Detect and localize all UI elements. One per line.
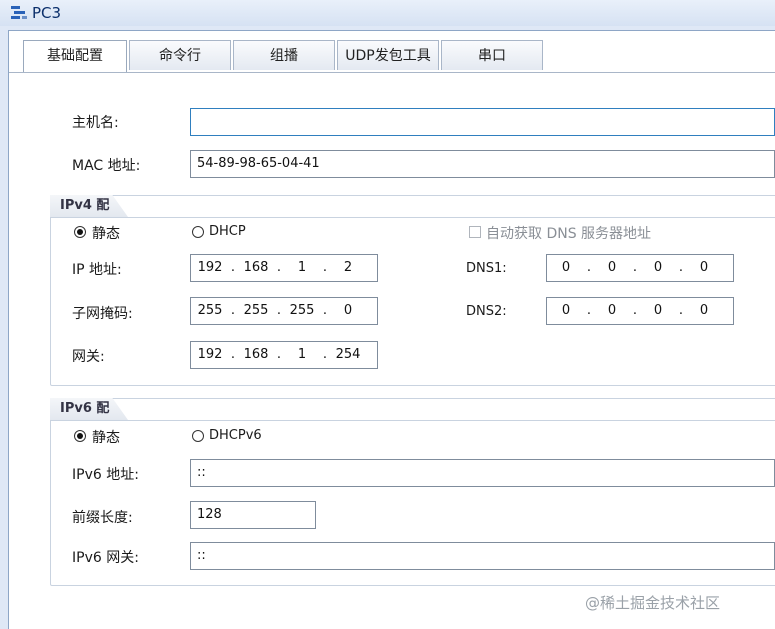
gateway-octet-1[interactable]: 192: [191, 342, 229, 368]
ipv6-address-field[interactable]: ::: [190, 459, 775, 487]
dns1-octet-1[interactable]: 0: [547, 255, 585, 281]
dns2-octet-2[interactable]: 0: [593, 298, 631, 324]
prefix-length-label: 前缀长度:: [72, 510, 133, 526]
mac-label: MAC 地址:: [72, 158, 141, 174]
dns2-octet-4[interactable]: 0: [685, 298, 723, 324]
dns1-octet-2[interactable]: 0: [593, 255, 631, 281]
tab-udp-tool[interactable]: UDP发包工具: [337, 40, 439, 70]
mac-field[interactable]: 54-89-98-65-04-41: [190, 150, 775, 178]
dns2-octet-3[interactable]: 0: [639, 298, 677, 324]
prefix-length-field[interactable]: 128: [190, 501, 316, 529]
window-title: PC3: [32, 4, 62, 22]
ipv6-gateway-field[interactable]: ::: [190, 542, 775, 570]
tab-basic-config[interactable]: 基础配置: [23, 40, 127, 72]
ipv4-group-header: IPv4 配置: [50, 195, 775, 218]
ipv4-static-radio[interactable]: [74, 226, 86, 238]
ipv6-gateway-label: IPv6 网关:: [72, 550, 139, 566]
auto-dns-label: 自动获取 DNS 服务器地址: [486, 226, 652, 242]
ipv4-static-label: 静态: [92, 226, 120, 242]
mask-octet-3[interactable]: 255: [283, 298, 321, 324]
dns1-label: DNS1:: [466, 261, 507, 276]
ipv6-dhcp-radio[interactable]: [192, 430, 204, 442]
ipv6-dhcp-label: DHCPv6: [209, 428, 262, 443]
ip-octet-4[interactable]: 2: [329, 255, 367, 281]
ipv6-group-header: IPv6 配置: [50, 398, 775, 421]
ip-octet-2[interactable]: 168: [237, 255, 275, 281]
gateway-field[interactable]: 192. 168. 1. 254: [190, 341, 378, 369]
ipv6-static-radio[interactable]: [74, 430, 86, 442]
mask-label: 子网掩码:: [72, 306, 133, 322]
ip-octet-3[interactable]: 1: [283, 255, 321, 281]
gateway-octet-2[interactable]: 168: [237, 342, 275, 368]
tab-serial[interactable]: 串口: [441, 40, 543, 70]
dns2-field[interactable]: 0. 0. 0. 0: [546, 297, 734, 325]
dns2-octet-1[interactable]: 0: [547, 298, 585, 324]
mask-octet-1[interactable]: 255: [191, 298, 229, 324]
title-bar: PC3: [0, 0, 775, 26]
dns1-octet-3[interactable]: 0: [639, 255, 677, 281]
dns2-label: DNS2:: [466, 304, 507, 319]
gateway-label: 网关:: [72, 349, 105, 365]
ipv4-group: [50, 195, 775, 386]
ipv6-address-label: IPv6 地址:: [72, 467, 139, 483]
ip-address-field[interactable]: 192. 168. 1. 2: [190, 254, 378, 282]
ip-label: IP 地址:: [72, 262, 122, 278]
hostname-input[interactable]: [190, 108, 775, 136]
ipv6-static-label: 静态: [92, 430, 120, 446]
gateway-octet-4[interactable]: 254: [329, 342, 367, 368]
watermark: @稀土掘金技术社区: [585, 594, 721, 612]
gateway-octet-3[interactable]: 1: [283, 342, 321, 368]
dns1-field[interactable]: 0. 0. 0. 0: [546, 254, 734, 282]
tab-command-line[interactable]: 命令行: [129, 40, 231, 70]
ip-octet-1[interactable]: 192: [191, 255, 229, 281]
pc-app-icon: [11, 6, 27, 19]
hostname-label: 主机名:: [72, 115, 119, 131]
ipv4-dhcp-radio[interactable]: [192, 226, 204, 238]
tab-multicast[interactable]: 组播: [233, 40, 335, 70]
ipv4-group-title: IPv4 配置: [50, 195, 128, 217]
mask-octet-2[interactable]: 255: [237, 298, 275, 324]
ipv4-dhcp-label: DHCP: [209, 224, 246, 239]
subnet-mask-field[interactable]: 255. 255. 255. 0: [190, 297, 378, 325]
tab-divider: [9, 72, 775, 73]
mask-octet-4[interactable]: 0: [329, 298, 367, 324]
ipv6-group-title: IPv6 配置: [50, 398, 128, 420]
dns1-octet-4[interactable]: 0: [685, 255, 723, 281]
auto-dns-checkbox[interactable]: [469, 226, 481, 238]
